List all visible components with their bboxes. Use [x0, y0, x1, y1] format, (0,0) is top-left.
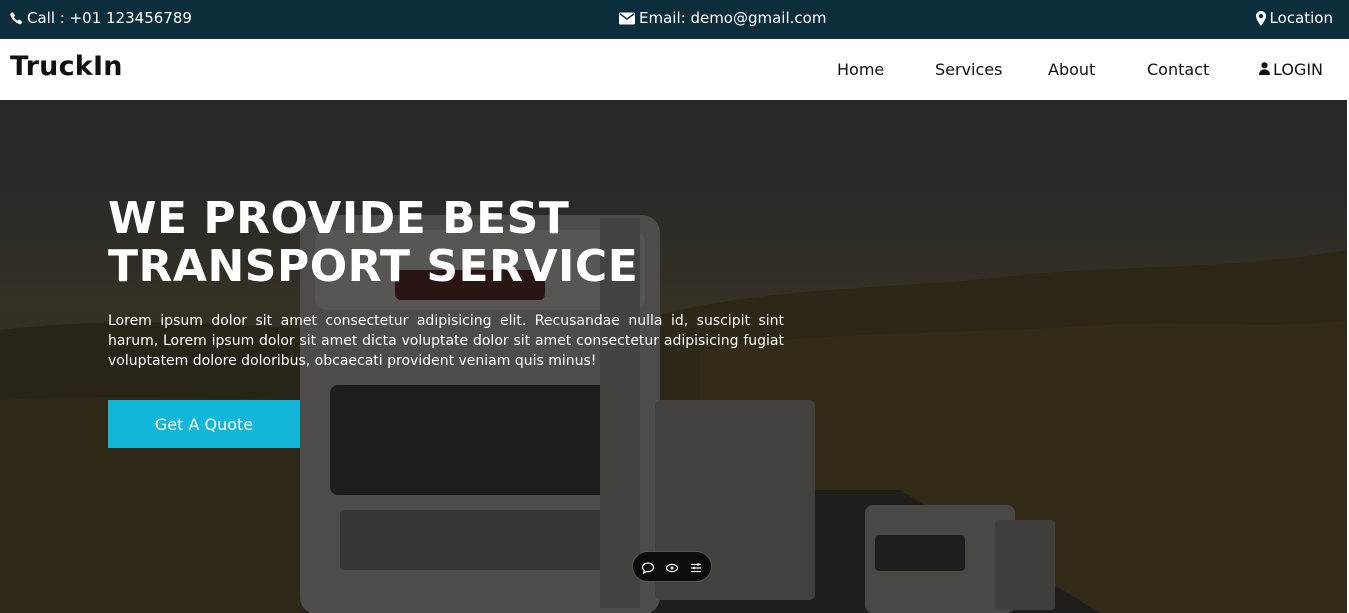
- user-icon: [1259, 60, 1270, 79]
- map-marker-icon: [1255, 10, 1266, 26]
- comment-icon[interactable]: [641, 560, 655, 574]
- nav-home[interactable]: Home: [837, 60, 884, 79]
- main-navbar: TruckIn Home Services About Contact LOGI…: [0, 39, 1347, 100]
- menu-icon[interactable]: [689, 560, 703, 574]
- hero-section: WE PROVIDE BEST TRANSPORT SERVICE Lorem …: [0, 100, 1347, 613]
- nav-login[interactable]: LOGIN: [1259, 60, 1323, 79]
- email-info[interactable]: Email: demo@gmail.com: [619, 9, 826, 27]
- hero-title-line-1: WE PROVIDE BEST: [108, 193, 570, 244]
- hero-title-line-2: TRANSPORT SERVICE: [108, 241, 639, 292]
- floating-toolbar: [632, 551, 712, 582]
- top-contact-bar: Call : +01 123456789 Email: demo@gmail.c…: [0, 0, 1349, 39]
- location-text: Location: [1269, 9, 1333, 27]
- hero-description: Lorem ipsum dolor sit amet consectetur a…: [108, 313, 784, 369]
- nav-contact[interactable]: Contact: [1147, 60, 1209, 79]
- phone-icon: [10, 11, 23, 25]
- get-a-quote-button[interactable]: Get A Quote: [108, 400, 300, 448]
- login-label: LOGIN: [1273, 60, 1324, 79]
- brand-logo[interactable]: TruckIn: [10, 51, 123, 82]
- hero-title: WE PROVIDE BEST TRANSPORT SERVICE: [108, 195, 668, 291]
- call-text: Call : +01 123456789: [27, 9, 192, 27]
- email-text: Email: demo@gmail.com: [639, 9, 827, 27]
- location-info[interactable]: Location: [1255, 9, 1333, 27]
- call-info[interactable]: Call : +01 123456789: [10, 9, 192, 27]
- nav-services[interactable]: Services: [935, 60, 1002, 79]
- envelope-icon: [619, 12, 635, 25]
- eye-icon[interactable]: [665, 560, 679, 574]
- nav-about[interactable]: About: [1048, 60, 1095, 79]
